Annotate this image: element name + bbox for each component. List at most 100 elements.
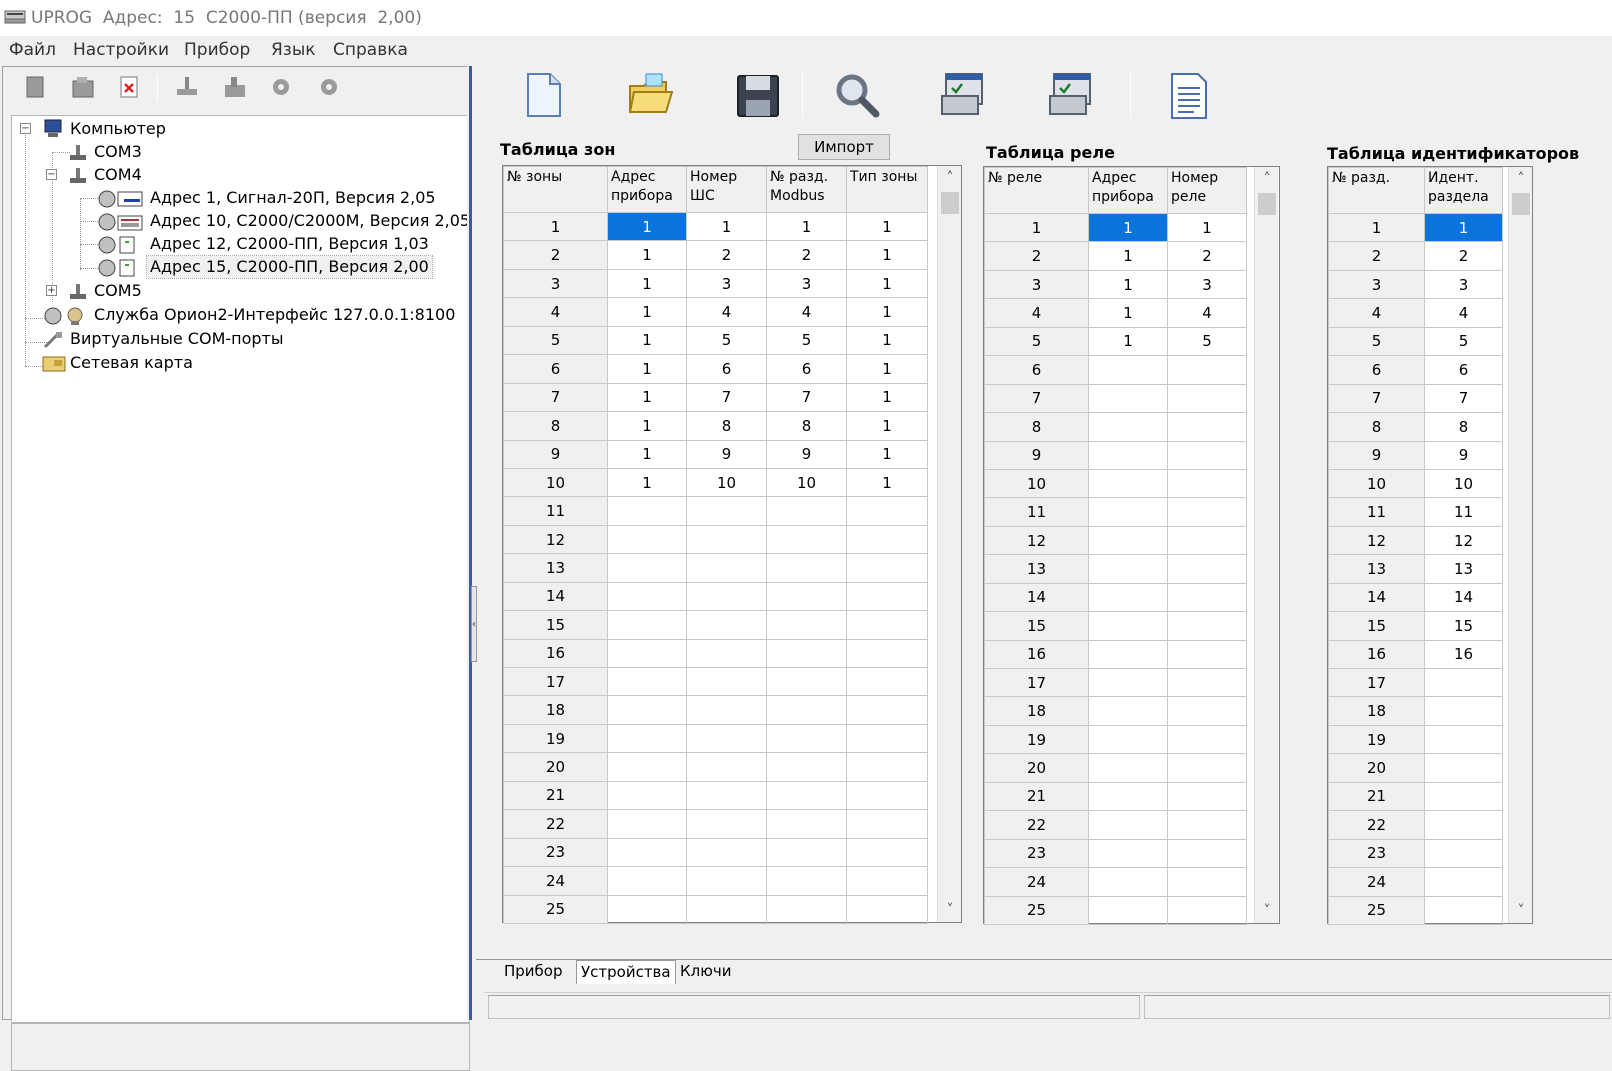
table-cell[interactable] xyxy=(1424,753,1503,783)
row-number-cell[interactable]: 7 xyxy=(1328,383,1425,414)
row-number-cell[interactable]: 9 xyxy=(1328,440,1425,470)
scroll-down-icon[interactable]: ˅ xyxy=(938,900,962,920)
zone-row[interactable]: 61661 xyxy=(503,354,928,384)
row-number-cell[interactable]: 6 xyxy=(1328,355,1425,385)
row-number-cell[interactable]: 23 xyxy=(1328,838,1425,869)
table-cell[interactable]: 5 xyxy=(1424,326,1503,357)
row-number-cell[interactable]: 21 xyxy=(984,781,1089,812)
table-cell[interactable] xyxy=(766,496,847,526)
id-row[interactable]: 10 10 xyxy=(1328,468,1503,499)
zone-row[interactable]: 11111 xyxy=(503,211,928,242)
id-row[interactable]: 12 12 xyxy=(1328,525,1503,556)
table-cell[interactable]: 5 xyxy=(1167,326,1247,357)
col-header-modbus-partition[interactable]: № разд. Modbus xyxy=(766,166,847,213)
table-cell[interactable] xyxy=(1167,724,1247,755)
zone-row[interactable]: 31331 xyxy=(503,268,928,299)
table-cell[interactable]: 6 xyxy=(686,354,767,384)
row-number-cell[interactable]: 3 xyxy=(1328,269,1425,300)
row-number-cell[interactable]: 6 xyxy=(984,355,1089,385)
id-row[interactable]: 66 xyxy=(1328,355,1503,385)
table-cell[interactable] xyxy=(1167,383,1247,414)
row-number-cell[interactable]: 13 xyxy=(1328,554,1425,584)
table-cell[interactable] xyxy=(1088,639,1168,670)
table-cell[interactable]: 3 xyxy=(1167,269,1247,300)
zone-row[interactable]: 51551 xyxy=(503,325,928,356)
row-number-cell[interactable]: 12 xyxy=(503,524,608,555)
col-header-zone-type[interactable]: Тип зоны xyxy=(846,166,928,213)
row-number-cell[interactable]: 20 xyxy=(1328,753,1425,783)
table-cell[interactable] xyxy=(1167,867,1247,897)
table-cell[interactable]: 1 xyxy=(766,211,847,242)
table-cell[interactable] xyxy=(686,894,767,924)
zone-row[interactable]: 14 xyxy=(503,581,928,612)
zone-row[interactable]: 23 xyxy=(503,837,928,868)
row-number-cell[interactable]: 25 xyxy=(984,895,1089,925)
table-cell[interactable] xyxy=(1088,810,1168,840)
table-cell[interactable]: 3 xyxy=(1424,269,1503,300)
row-number-cell[interactable]: 19 xyxy=(503,723,608,754)
id-row[interactable]: 17 xyxy=(1328,667,1503,698)
table-cell[interactable] xyxy=(1167,895,1247,925)
row-number-cell[interactable]: 7 xyxy=(503,382,608,413)
settings-gear-icon[interactable] xyxy=(267,73,295,101)
table-cell[interactable]: 6 xyxy=(1424,355,1503,385)
table-cell[interactable] xyxy=(607,723,687,754)
scroll-up-icon[interactable]: ˄ xyxy=(938,168,962,188)
row-number-cell[interactable]: 24 xyxy=(1328,867,1425,897)
table-cell[interactable] xyxy=(1424,696,1503,726)
table-cell[interactable] xyxy=(1424,667,1503,698)
col-header-device-address[interactable]: Адрес прибора xyxy=(1088,167,1168,214)
row-number-cell[interactable]: 2 xyxy=(503,240,608,270)
row-number-cell[interactable]: 11 xyxy=(1328,497,1425,527)
table-cell[interactable] xyxy=(1424,724,1503,755)
table-cell[interactable] xyxy=(1088,611,1168,641)
read-config-icon[interactable] xyxy=(938,70,986,120)
port-icon[interactable] xyxy=(173,73,201,101)
table-cell[interactable]: 2 xyxy=(1424,241,1503,271)
read-icon[interactable] xyxy=(221,73,249,101)
table-cell[interactable]: 3 xyxy=(686,268,767,299)
table-cell[interactable] xyxy=(766,894,847,924)
col-header-relay-no[interactable]: № реле xyxy=(984,167,1089,214)
col-header-partition-no[interactable]: № разд. xyxy=(1328,167,1425,214)
table-cell[interactable]: 2 xyxy=(686,240,767,270)
col-header-zone-no[interactable]: № зоны xyxy=(503,166,608,213)
relay-row[interactable]: 14 xyxy=(984,582,1247,613)
table-cell[interactable] xyxy=(766,866,847,896)
table-cell[interactable] xyxy=(766,610,847,640)
table-cell[interactable]: 1 xyxy=(1088,298,1168,328)
relay-row[interactable]: 8 xyxy=(984,412,1247,442)
zone-row[interactable]: 19 xyxy=(503,723,928,754)
table-cell[interactable]: 9 xyxy=(766,439,847,469)
table-cell[interactable] xyxy=(686,780,767,811)
table-cell[interactable]: 1 xyxy=(846,240,928,270)
table-cell[interactable] xyxy=(766,752,847,782)
relay-row[interactable]: 313 xyxy=(984,269,1247,300)
table-cell[interactable] xyxy=(607,866,687,896)
table-cell[interactable]: 16 xyxy=(1424,639,1503,670)
row-number-cell[interactable]: 18 xyxy=(984,696,1089,726)
table-cell[interactable]: 14 xyxy=(1424,582,1503,613)
relay-row[interactable]: 21 xyxy=(984,781,1247,812)
open-config-icon[interactable] xyxy=(69,73,97,101)
row-number-cell[interactable]: 16 xyxy=(503,638,608,669)
table-cell[interactable] xyxy=(1088,412,1168,442)
table-cell[interactable] xyxy=(686,666,767,697)
zone-row[interactable]: 24 xyxy=(503,866,928,896)
table-cell[interactable] xyxy=(686,809,767,839)
table-cell[interactable] xyxy=(846,837,928,868)
scroll-up-icon[interactable]: ˄ xyxy=(1509,169,1533,189)
zone-row[interactable]: 16 xyxy=(503,638,928,669)
ids-grid[interactable]: № разд. Идент. раздела 11223344556677889… xyxy=(1327,166,1533,925)
table-cell[interactable] xyxy=(1088,468,1168,499)
relays-scrollbar[interactable]: ˄ ˅ xyxy=(1254,167,1278,923)
zone-row[interactable]: 21 xyxy=(503,780,928,811)
table-cell[interactable]: 1 xyxy=(846,297,928,327)
table-cell[interactable] xyxy=(1167,838,1247,869)
table-cell[interactable]: 4 xyxy=(766,297,847,327)
row-number-cell[interactable]: 5 xyxy=(503,325,608,356)
row-number-cell[interactable]: 8 xyxy=(1328,412,1425,442)
table-cell[interactable]: 1 xyxy=(607,382,687,413)
row-number-cell[interactable]: 25 xyxy=(503,894,608,924)
scroll-down-icon[interactable]: ˅ xyxy=(1255,901,1279,921)
